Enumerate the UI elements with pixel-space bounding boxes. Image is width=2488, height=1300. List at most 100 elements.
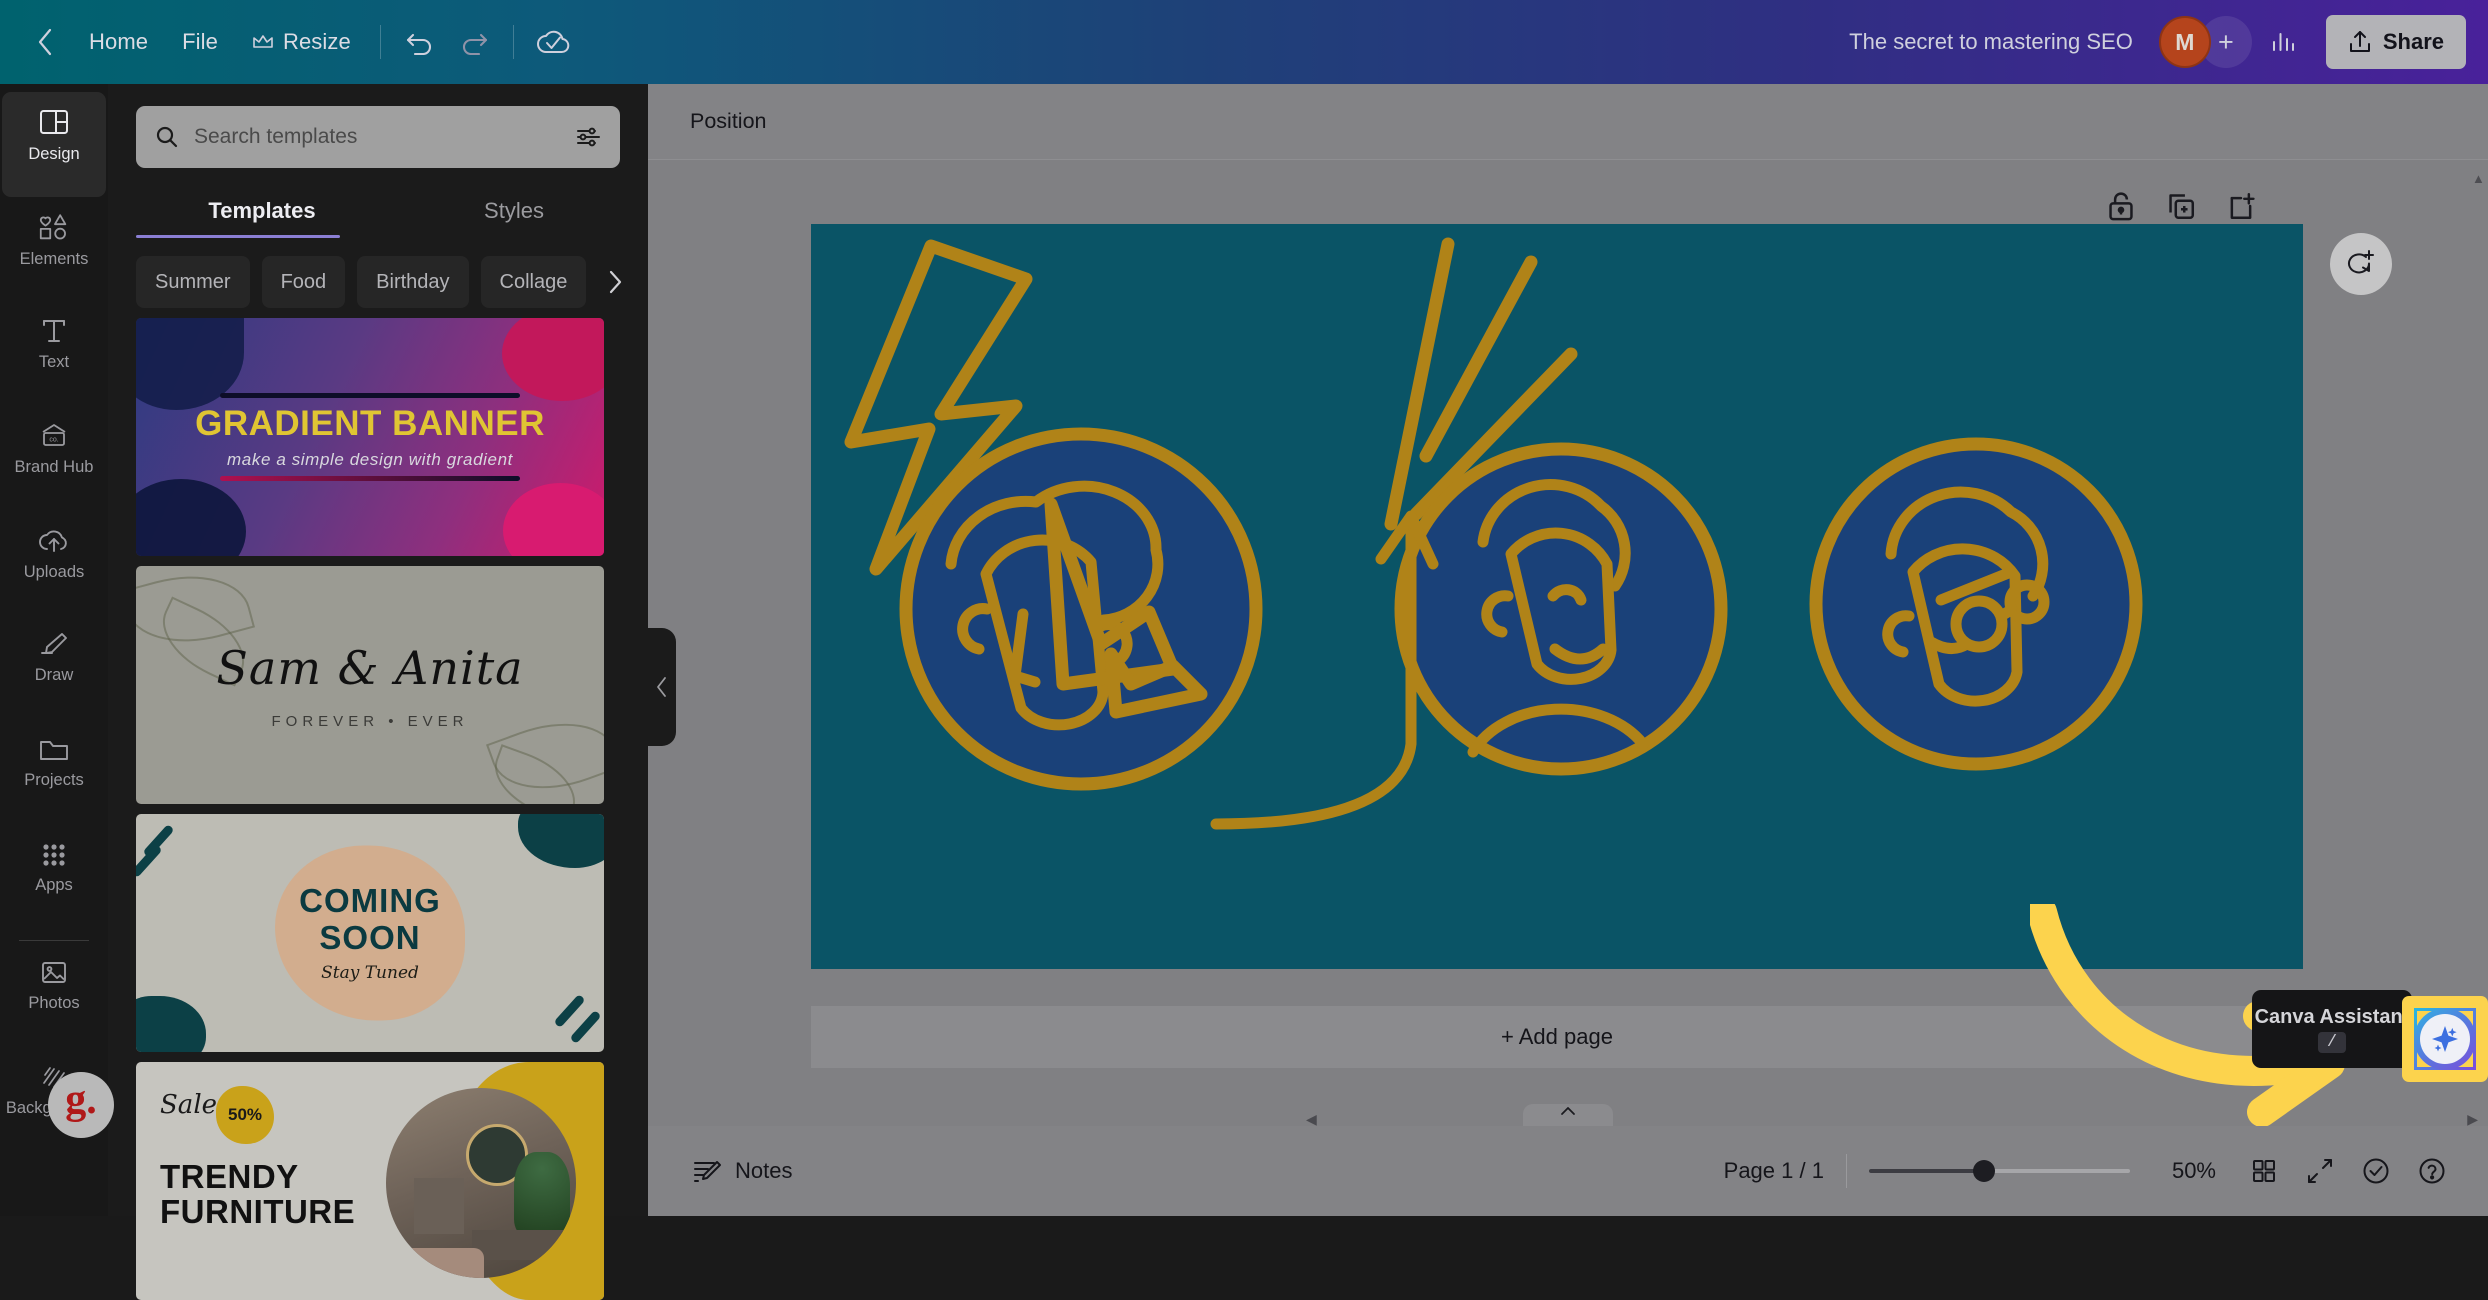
- chip-birthday[interactable]: Birthday: [357, 256, 468, 308]
- search-row: [108, 84, 648, 168]
- zoom-value[interactable]: 50%: [2152, 1158, 2236, 1184]
- template-card-wedding[interactable]: Sam & Anita FOREVER • EVER: [136, 566, 604, 804]
- sidebar-item-uploads[interactable]: Uploads: [2, 512, 106, 617]
- add-page-strip[interactable]: + Add page: [811, 1006, 2303, 1068]
- tab-templates[interactable]: Templates: [136, 188, 388, 238]
- template-title-line1: TRENDY: [160, 1160, 355, 1195]
- insights-button[interactable]: [2256, 16, 2310, 68]
- canva-assistant-tooltip: Canva Assistant /: [2252, 990, 2412, 1068]
- chips-next-button[interactable]: [598, 256, 632, 308]
- sidebar-item-elements[interactable]: Elements: [2, 197, 106, 302]
- panel-tabs: Templates Styles: [108, 188, 648, 238]
- position-button[interactable]: Position: [674, 96, 783, 148]
- help-question-icon: [2417, 1156, 2447, 1186]
- sidebar-item-apps[interactable]: Apps: [2, 827, 106, 932]
- chip-collage[interactable]: Collage: [481, 256, 587, 308]
- template-card-coming-soon[interactable]: COMING SOON Stay Tuned: [136, 814, 604, 1052]
- panel-collapse-button[interactable]: [648, 628, 676, 746]
- avatar[interactable]: M: [2159, 16, 2211, 68]
- draw-pencil-icon: [37, 630, 71, 660]
- apps-grid-icon: [39, 840, 69, 870]
- avatar-face-young-man: [906, 434, 1256, 784]
- home-button[interactable]: Home: [72, 16, 165, 68]
- grid-view-button[interactable]: [2236, 1143, 2292, 1199]
- canvas-scroll-area: + Add page Canva Assistant /: [648, 161, 2488, 1126]
- template-title-line2: FURNITURE: [160, 1195, 355, 1230]
- template-title-line2: SOON: [319, 920, 420, 957]
- editor-area: Position: [648, 84, 2488, 1216]
- crown-icon: [252, 33, 274, 51]
- back-button[interactable]: [18, 16, 72, 68]
- decor-sofa: [394, 1248, 484, 1278]
- top-bar: Home File Resize The secret to mastering…: [0, 0, 2488, 84]
- chip-food[interactable]: Food: [262, 256, 346, 308]
- document-title[interactable]: The secret to mastering SEO: [1849, 29, 2133, 55]
- canvas-vertical-scrollbar[interactable]: ▲: [2472, 171, 2482, 1116]
- sidebar-item-brand-hub[interactable]: co. Brand Hub: [2, 407, 106, 512]
- template-content: GRADIENT BANNER make a simple design wit…: [136, 318, 604, 556]
- lock-icon[interactable]: [2104, 189, 2138, 223]
- canvas-artwork: [811, 224, 2303, 969]
- sidebar-item-projects[interactable]: Projects: [2, 722, 106, 827]
- search-box[interactable]: [136, 106, 620, 168]
- design-canvas-page[interactable]: [811, 224, 2303, 969]
- sidebar-item-photos[interactable]: Photos: [2, 945, 106, 1050]
- sidebar-item-label: Elements: [20, 250, 89, 268]
- template-sale-label: Sale: [160, 1090, 217, 1120]
- photos-image-icon: [38, 958, 70, 988]
- expand-arrows-icon: [2306, 1157, 2334, 1185]
- template-title: TRENDY FURNITURE: [160, 1160, 355, 1229]
- help-button[interactable]: [2404, 1143, 2460, 1199]
- fullscreen-button[interactable]: [2292, 1143, 2348, 1199]
- add-page-icon[interactable]: [2224, 189, 2258, 223]
- template-subtitle: Stay Tuned: [321, 963, 419, 983]
- templates-panel: Templates Styles Summer Food Birthday Co…: [108, 84, 648, 1216]
- design-layout-icon: [37, 105, 71, 139]
- page-indicator[interactable]: Page 1 / 1: [1702, 1158, 1846, 1184]
- search-input[interactable]: [194, 125, 575, 149]
- template-title: Sam & Anita: [216, 641, 523, 695]
- tooltip-title: Canva Assistant: [2255, 1006, 2410, 1029]
- rule: [220, 393, 520, 398]
- sidebar-item-design[interactable]: Design: [2, 92, 106, 197]
- filter-sliders-icon[interactable]: [575, 125, 602, 149]
- duplicate-icon[interactable]: [2164, 189, 2198, 223]
- bottom-panel-collapse-button[interactable]: [1523, 1104, 1613, 1126]
- zoom-knob[interactable]: [1973, 1160, 1995, 1182]
- check-status-button[interactable]: [2348, 1143, 2404, 1199]
- rail-divider: [19, 940, 89, 941]
- zoom-track: [1869, 1169, 2130, 1173]
- avatar-face-elder-with-glasses: [1816, 444, 2136, 764]
- canva-assistant-button[interactable]: [2402, 996, 2488, 1082]
- svg-text:co.: co.: [49, 437, 58, 444]
- sidebar-item-text[interactable]: Text: [2, 302, 106, 407]
- template-title-line1: COMING: [299, 883, 441, 920]
- sidebar-item-label: Design: [28, 145, 79, 163]
- file-label: File: [182, 29, 218, 55]
- cloud-save-status-button[interactable]: [526, 16, 580, 68]
- template-card-gradient-banner[interactable]: GRADIENT BANNER make a simple design wit…: [136, 318, 604, 556]
- tab-styles[interactable]: Styles: [388, 188, 640, 238]
- add-comment-button[interactable]: [2330, 233, 2392, 295]
- sidebar-item-draw[interactable]: Draw: [2, 617, 106, 722]
- template-subtitle: make a simple design with gradient: [227, 450, 513, 470]
- resize-button[interactable]: Resize: [235, 16, 368, 68]
- zoom-slider[interactable]: [1847, 1143, 2152, 1199]
- scroll-up-arrow[interactable]: ▲: [2472, 171, 2482, 186]
- share-button[interactable]: Share: [2326, 15, 2466, 69]
- chevron-left-icon: [35, 26, 55, 58]
- notes-button[interactable]: Notes: [676, 1143, 808, 1199]
- decor-plant: [514, 1152, 570, 1236]
- grammarly-badge[interactable]: g.: [48, 1072, 114, 1138]
- add-comment-icon: [2344, 248, 2378, 280]
- share-label: Share: [2383, 29, 2444, 55]
- undo-button[interactable]: [393, 16, 447, 68]
- uploads-cloud-arrow-icon: [37, 525, 71, 557]
- elements-shapes-icon: [37, 210, 71, 244]
- chip-summer[interactable]: Summer: [136, 256, 250, 308]
- template-card-trendy-furniture[interactable]: Sale 50% TRENDY FURNITURE: [136, 1062, 604, 1300]
- file-menu-button[interactable]: File: [165, 16, 235, 68]
- canvas-horizontal-scrollbar[interactable]: ◀ ▶: [1296, 1114, 2488, 1126]
- share-upload-icon: [2348, 29, 2372, 55]
- redo-button[interactable]: [447, 16, 501, 68]
